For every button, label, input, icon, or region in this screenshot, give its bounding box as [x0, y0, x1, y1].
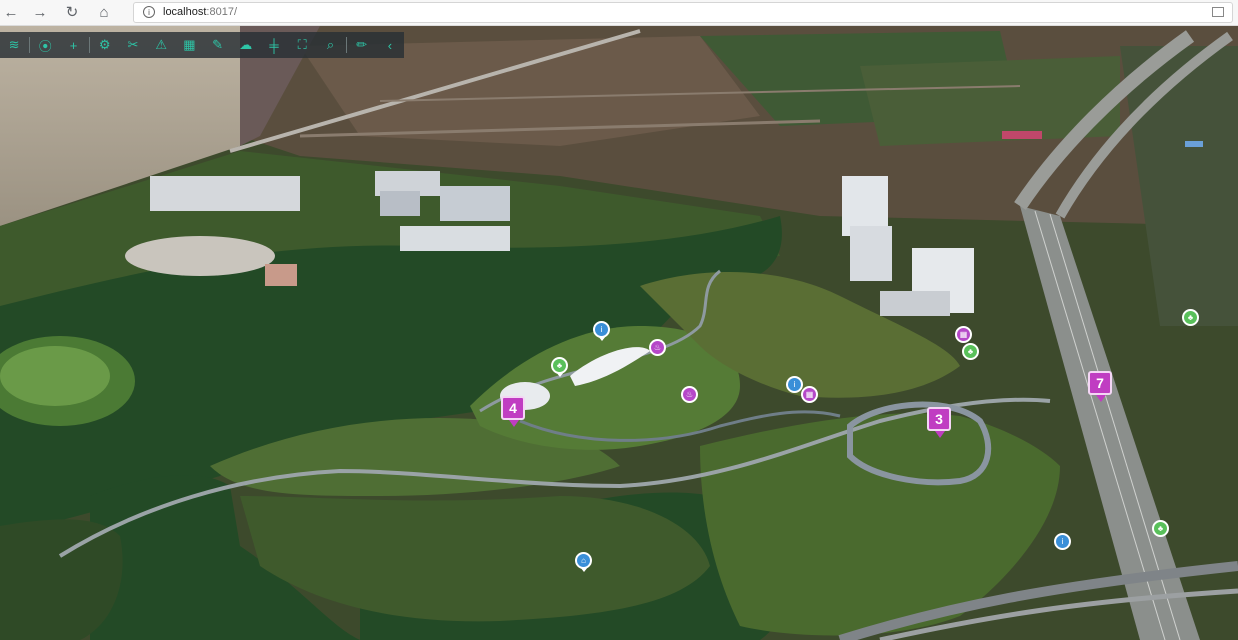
map-scene [0, 26, 1238, 640]
info-poi-icon[interactable]: i [1054, 533, 1071, 550]
home-poi-icon[interactable]: ⌂ [575, 552, 592, 572]
fire-poi-icon[interactable]: ♨ [681, 386, 698, 403]
warning-icon[interactable]: ⚠ [147, 32, 175, 58]
back-icon[interactable]: ← [2, 4, 20, 22]
edit-icon[interactable]: ✏ [348, 32, 376, 58]
forward-icon[interactable]: → [31, 4, 49, 22]
map-toolbar: ≋ ⦿ + ⚙ ✂ ⚠ ▦ ✎ ☁ ╪ ⛶ ⌕ ✏ ‹ [0, 32, 404, 58]
grid-poi-icon[interactable]: ▦ [955, 326, 972, 343]
map-viewport[interactable]: 4 3 7 i ♣ ♨ ♨ i ▦ ▦ ♣ ♣ ♣ ⌂ i [0, 26, 1238, 640]
search-icon[interactable]: ⌕ [316, 32, 344, 58]
tree-poi-icon[interactable]: ♣ [962, 343, 979, 360]
region-marker-7[interactable]: 7 [1088, 371, 1112, 402]
grid-poi-icon[interactable]: ▦ [801, 386, 818, 403]
tree-poi-icon[interactable]: ♣ [1152, 520, 1169, 537]
cloud-icon[interactable]: ☁ [232, 32, 260, 58]
tree-poi-icon[interactable]: ♣ [551, 357, 568, 377]
site-info-icon[interactable]: i [143, 6, 155, 18]
building-icon[interactable]: ▦ [175, 32, 203, 58]
frame-icon[interactable]: ⛶ [288, 32, 316, 58]
pencil-icon[interactable]: ✎ [203, 32, 231, 58]
reload-icon[interactable]: ↻ [63, 4, 81, 22]
scissors-icon[interactable]: ✂ [119, 32, 147, 58]
home-icon[interactable]: ⌂ [95, 4, 113, 22]
region-marker-3[interactable]: 3 [927, 407, 951, 438]
toolbar-divider [345, 37, 347, 53]
toolbar-divider [29, 37, 31, 53]
layers-icon[interactable]: ≋ [0, 32, 28, 58]
info-poi-icon[interactable]: i [786, 376, 803, 393]
location-icon[interactable]: ⦿ [31, 32, 59, 58]
address-bar[interactable]: i localhost:8017/ [133, 2, 1233, 23]
settings-icon[interactable]: ⚙ [91, 32, 119, 58]
fire-poi-icon[interactable]: ♨ [649, 339, 666, 356]
url-port: :8017/ [206, 6, 238, 18]
region-marker-4[interactable]: 4 [501, 396, 525, 427]
toolbar-divider [88, 37, 90, 53]
reader-mode-icon[interactable] [1212, 7, 1224, 17]
plus-icon[interactable]: + [59, 32, 87, 58]
browser-chrome: ← → ↻ ⌂ i localhost:8017/ [0, 0, 1238, 26]
info-poi-icon[interactable]: i [593, 321, 610, 341]
collapse-icon[interactable]: ‹ [376, 32, 404, 58]
road-icon[interactable]: ╪ [260, 32, 288, 58]
tree-poi-icon[interactable]: ♣ [1182, 309, 1199, 326]
url-host: localhost [163, 6, 207, 18]
url-text: localhost:8017/ [163, 6, 237, 18]
